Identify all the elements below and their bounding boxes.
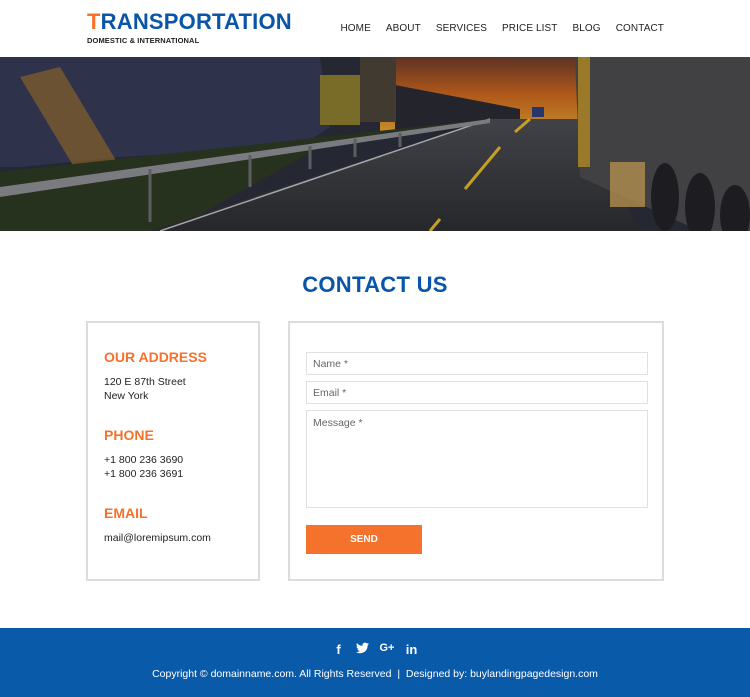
hero-overlay xyxy=(0,57,750,231)
logo-subtitle: DOMESTIC & INTERNATIONAL xyxy=(87,36,200,45)
site-header: TRANSPORTATION DOMESTIC & INTERNATIONAL … xyxy=(0,0,750,57)
phone-heading: PHONE xyxy=(104,427,154,443)
nav-price-list[interactable]: PRICE LIST xyxy=(502,23,557,34)
twitter-bird-icon xyxy=(355,642,369,654)
phone-line-1[interactable]: +1 800 236 3690 xyxy=(104,453,258,467)
logo-first-letter: T xyxy=(87,9,101,34)
address-heading: OUR ADDRESS xyxy=(104,349,207,365)
email-input[interactable] xyxy=(306,381,648,404)
email-heading: EMAIL xyxy=(104,505,148,521)
phone-line-2[interactable]: +1 800 236 3691 xyxy=(104,467,258,481)
nav-contact[interactable]: CONTACT xyxy=(616,23,664,34)
address-line-2: New York xyxy=(104,390,149,402)
message-textarea[interactable] xyxy=(306,410,648,508)
nav-about[interactable]: ABOUT xyxy=(386,23,421,34)
address-line-1: 120 E 87th Street xyxy=(104,376,186,388)
twitter-icon[interactable] xyxy=(355,642,369,657)
hero-banner xyxy=(0,57,750,231)
nav-blog[interactable]: BLOG xyxy=(573,23,601,34)
name-input[interactable] xyxy=(306,352,648,375)
email-block: EMAIL mail@loremipsum.com xyxy=(104,505,258,545)
social-links: f G+ in xyxy=(0,642,750,657)
facebook-icon[interactable]: f xyxy=(333,642,345,657)
hero-image xyxy=(0,57,750,231)
phone-block: PHONE +1 800 236 3690 +1 800 236 3691 xyxy=(104,427,258,481)
send-button[interactable]: SEND xyxy=(306,525,422,554)
nav-home[interactable]: HOME xyxy=(340,23,370,34)
copyright-text: Copyright © domainname.com. All Rights R… xyxy=(152,668,598,680)
contact-form: SEND xyxy=(288,321,664,581)
logo-title-rest: RANSPORTATION xyxy=(100,9,292,34)
nav-services[interactable]: SERVICES xyxy=(436,23,487,34)
contact-info-card: OUR ADDRESS 120 E 87th Street New York P… xyxy=(86,321,260,581)
linkedin-icon[interactable]: in xyxy=(405,642,418,657)
address-block: OUR ADDRESS 120 E 87th Street New York xyxy=(104,349,258,403)
main-nav: HOME ABOUT SERVICES PRICE LIST BLOG CONT… xyxy=(340,23,664,34)
google-plus-icon[interactable]: G+ xyxy=(380,642,395,657)
logo[interactable]: TRANSPORTATION DOMESTIC & INTERNATIONAL xyxy=(87,10,292,46)
site-footer: f G+ in Copyright © domainname.com. All … xyxy=(0,628,750,697)
email-address[interactable]: mail@loremipsum.com xyxy=(104,531,258,545)
contact-title: CONTACT US xyxy=(302,272,448,297)
logo-title: TRANSPORTATION xyxy=(87,10,292,34)
